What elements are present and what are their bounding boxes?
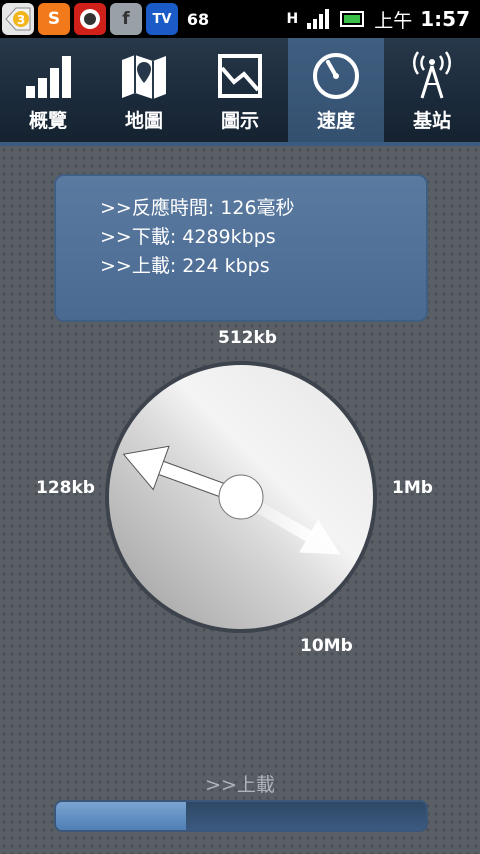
tab-map[interactable]: 地圖 [96,38,192,142]
clock-time: 1:57 [420,7,470,31]
upload-text: >>上載: 224 kbps [100,255,270,277]
speed-test-panel: >>反應時間: 126毫秒 >>下載: 4289kbps >>上載: 224 k… [0,146,480,854]
progress-bar [54,800,428,832]
speedometer-icon [313,53,359,99]
signal-bars-icon [26,56,71,98]
app-logo-icon [74,3,106,35]
notif-badge-text: 3 [17,13,25,27]
battery-notif-icon: 68 [182,3,214,35]
dial-label-right: 1Mb [392,478,433,498]
tab-label: 圖示 [220,110,259,132]
speed-dial [105,361,377,633]
battery-icon [340,11,365,27]
time-ampm: 上午 [374,9,413,32]
notif-badge-2: 68 [186,9,210,29]
facebook-icon: f [110,3,142,35]
tab-label: 速度 [316,110,355,132]
signal-strength-icon [307,9,330,29]
download-text: >>下載: 4289kbps [100,226,276,248]
dial-hub [218,474,264,520]
tab-label: 概覽 [28,110,67,132]
back-notification-icon: 3 [2,3,34,35]
tab-overview[interactable]: 概覽 [0,38,96,142]
tab-bar: 概覽 地圖 圖示 速度 基站 [0,38,480,142]
tab-label: 地圖 [124,110,163,132]
dial-label-top: 512kb [218,328,277,348]
graph-icon [218,54,262,98]
tv-icon: TV [146,3,178,35]
shopping-icon: S [38,3,70,35]
tab-speed[interactable]: 速度 [288,38,384,142]
network-type-icon: H [286,11,299,27]
map-icon [122,55,166,99]
tab-cell-tower[interactable]: 基站 [384,38,480,142]
dial-label-left: 128kb [36,478,95,498]
progress-status-text: >>上載 [205,774,275,796]
latency-text: >>反應時間: 126毫秒 [100,197,295,219]
cell-tower-icon [413,51,451,99]
progress-fill [56,802,186,830]
status-bar: 3 S f TV 68 H 上午 1:57 [0,0,480,38]
tab-label: 基站 [412,110,451,132]
dial-label-bottom: 10Mb [300,636,353,656]
info-box: >>反應時間: 126毫秒 >>下載: 4289kbps >>上載: 224 k… [54,174,428,322]
tab-graph[interactable]: 圖示 [192,38,288,142]
